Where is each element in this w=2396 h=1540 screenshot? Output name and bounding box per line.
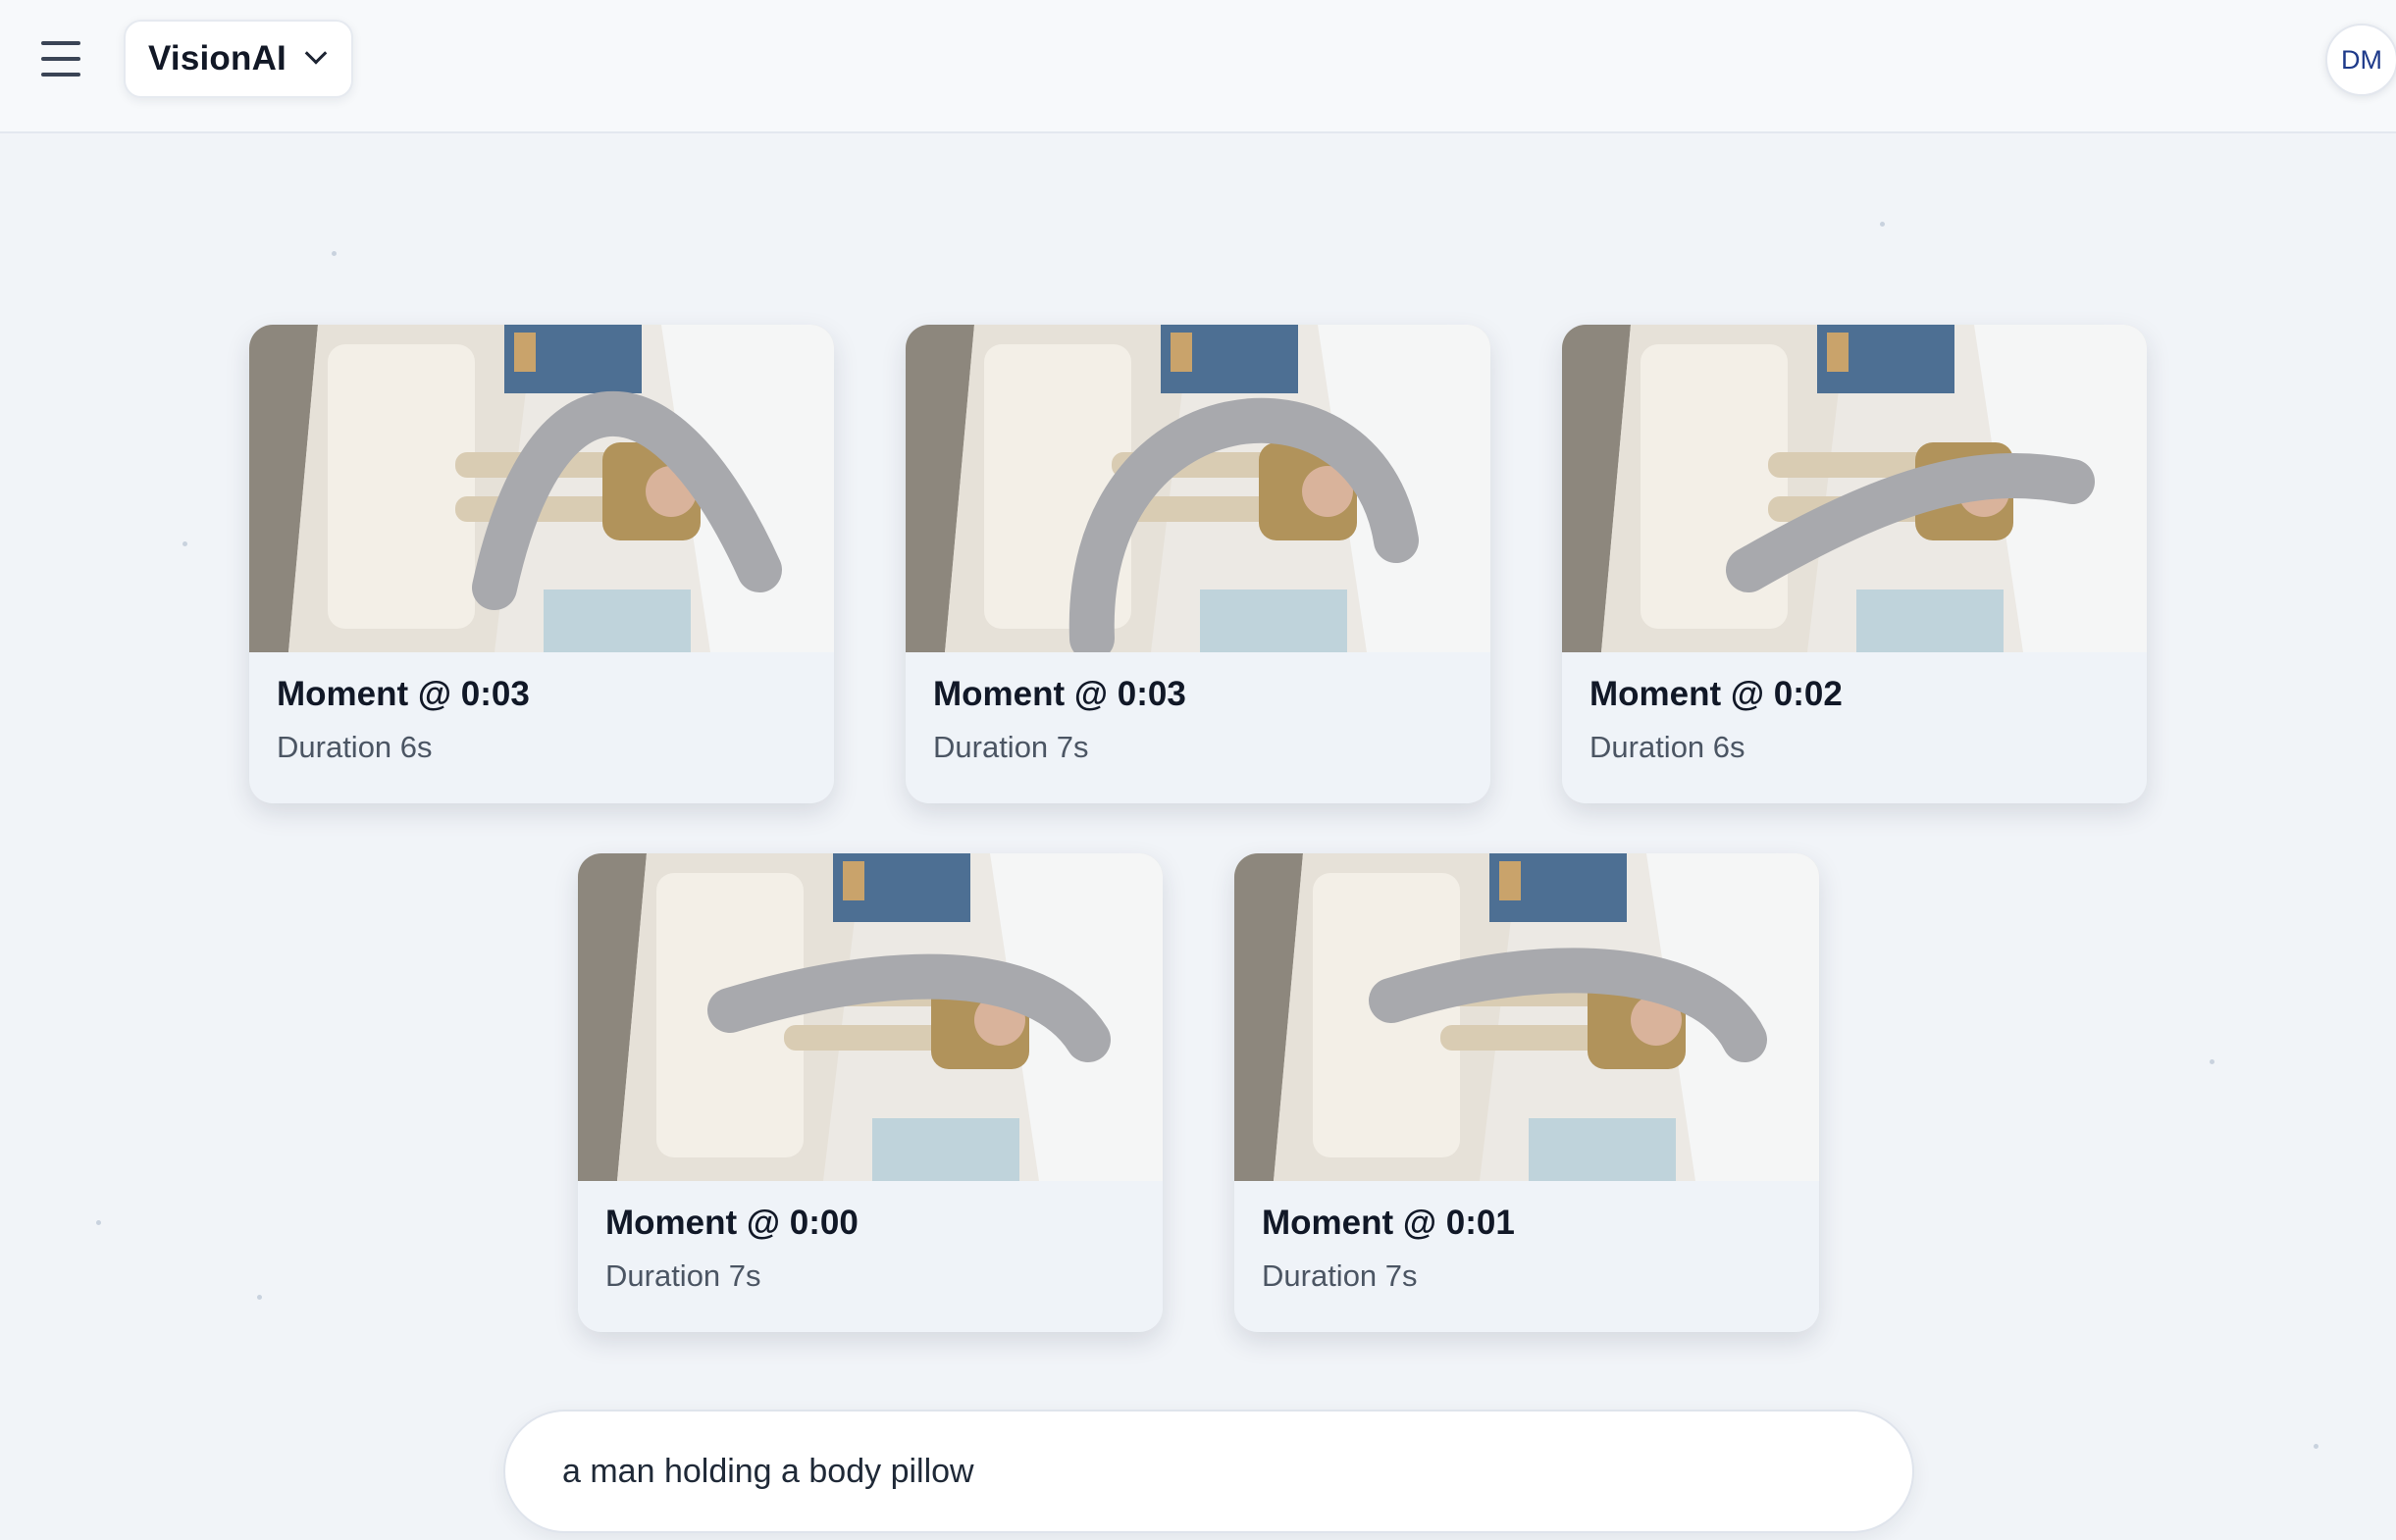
top-bar: VisionAI DM: [0, 0, 2396, 133]
background-speck: [2314, 1444, 2318, 1449]
hamburger-menu-icon[interactable]: [35, 37, 88, 80]
menu-line: [41, 73, 80, 77]
moment-duration: Duration 7s: [1262, 1258, 1418, 1293]
background-speck: [96, 1220, 101, 1225]
search-input[interactable]: a man holding a body pillow: [503, 1410, 1914, 1533]
video-thumbnail: [249, 325, 834, 652]
menu-line: [41, 57, 80, 61]
video-thumbnail: [1234, 853, 1819, 1181]
chevron-down-icon: [304, 42, 328, 65]
video-thumbnail: [906, 325, 1490, 652]
moment-duration: Duration 7s: [933, 730, 1089, 764]
moment-card[interactable]: Moment @ 0:00 Duration 7s: [578, 853, 1163, 1332]
user-avatar[interactable]: DM: [2325, 24, 2396, 96]
background-speck: [182, 541, 187, 546]
moment-title: Moment @ 0:01: [1262, 1204, 1515, 1242]
moment-duration: Duration 6s: [1589, 730, 1745, 764]
menu-line: [41, 41, 80, 45]
video-thumbnail: [1562, 325, 2147, 652]
moment-title: Moment @ 0:02: [1589, 675, 1843, 713]
moment-card[interactable]: Moment @ 0:03 Duration 6s: [249, 325, 834, 803]
video-thumbnail: [578, 853, 1163, 1181]
moment-card[interactable]: Moment @ 0:01 Duration 7s: [1234, 853, 1819, 1332]
moment-title: Moment @ 0:03: [277, 675, 530, 713]
background-speck: [2210, 1059, 2214, 1064]
app-selector-dropdown[interactable]: VisionAI: [124, 20, 353, 98]
app-name: VisionAI: [148, 39, 286, 77]
moment-title: Moment @ 0:00: [605, 1204, 859, 1242]
moment-card[interactable]: Moment @ 0:03 Duration 7s: [906, 325, 1490, 803]
background-speck: [257, 1295, 262, 1300]
moment-card[interactable]: Moment @ 0:02 Duration 6s: [1562, 325, 2147, 803]
search-query: a man holding a body pillow: [562, 1452, 974, 1490]
moment-duration: Duration 7s: [605, 1258, 761, 1293]
moment-title: Moment @ 0:03: [933, 675, 1186, 713]
background-speck: [332, 251, 337, 256]
moment-duration: Duration 6s: [277, 730, 433, 764]
background-speck: [1880, 222, 1885, 227]
